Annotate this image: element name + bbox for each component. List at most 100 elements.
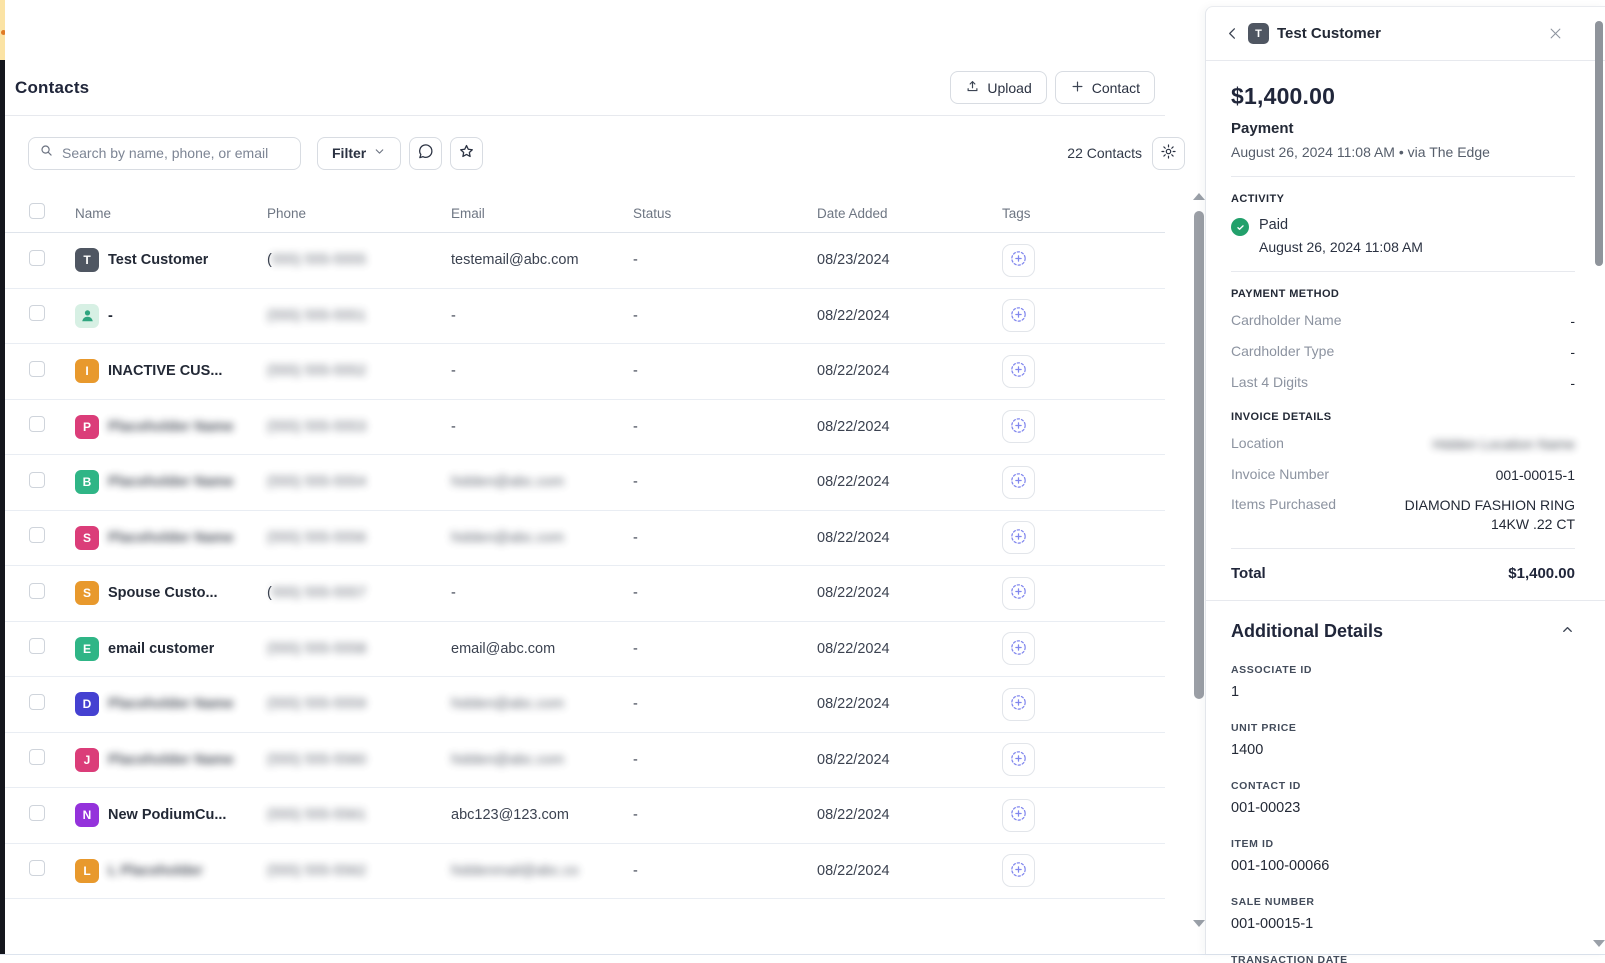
close-button[interactable] bbox=[1543, 22, 1567, 46]
panel-scroll-down-arrow[interactable] bbox=[1593, 940, 1605, 947]
panel-body: $1,400.00 Payment August 26, 2024 11:08 … bbox=[1206, 61, 1605, 963]
row-checkbox[interactable] bbox=[29, 527, 45, 543]
table-row[interactable]: T Test Customer (555) 555-5555 testemail… bbox=[5, 233, 1165, 289]
row-checkbox[interactable] bbox=[29, 250, 45, 266]
contact-avatar: N bbox=[75, 803, 99, 827]
favorites-button[interactable] bbox=[450, 137, 483, 170]
scrollbar-thumb[interactable] bbox=[1194, 211, 1204, 699]
column-header-date-added: Date Added bbox=[817, 206, 1002, 221]
add-tag-button[interactable] bbox=[1002, 521, 1035, 554]
row-checkbox[interactable] bbox=[29, 472, 45, 488]
table-row[interactable]: B Placeholder Name (555) 555-5554 hidden… bbox=[5, 455, 1165, 511]
circle-plus-icon bbox=[1009, 582, 1028, 604]
table-row[interactable]: I INACTIVE CUS... (555) 555-5552 - - 08/… bbox=[5, 344, 1165, 400]
scroll-up-arrow[interactable] bbox=[1193, 193, 1205, 200]
table-row[interactable]: S Spouse Custo... (555) 555-5557 - - 08/… bbox=[5, 566, 1165, 622]
contact-email: hidden@abc.com bbox=[451, 474, 633, 490]
contact-name: Test Customer bbox=[108, 252, 208, 268]
chevron-down-icon bbox=[373, 145, 386, 161]
invoice-row-value: Hidden Location Name bbox=[1433, 435, 1575, 454]
contact-avatar bbox=[75, 304, 99, 328]
upload-label: Upload bbox=[987, 80, 1031, 96]
contact-email: abc123@123.com bbox=[451, 807, 633, 823]
contact-date-added: 08/22/2024 bbox=[817, 363, 1002, 379]
search-icon bbox=[39, 143, 54, 163]
panel-scrollbar[interactable] bbox=[1594, 15, 1604, 950]
column-header-status: Status bbox=[633, 206, 817, 221]
add-contact-label: Contact bbox=[1092, 80, 1140, 96]
contact-avatar: I bbox=[75, 359, 99, 383]
contact-phone: (555) 555-5559 bbox=[267, 696, 451, 712]
filter-label: Filter bbox=[332, 145, 366, 161]
add-tag-button[interactable] bbox=[1002, 743, 1035, 776]
search-input[interactable] bbox=[62, 145, 290, 161]
additional-details-title: Additional Details bbox=[1231, 621, 1383, 642]
add-tag-button[interactable] bbox=[1002, 688, 1035, 721]
scroll-down-arrow[interactable] bbox=[1193, 920, 1205, 927]
row-checkbox[interactable] bbox=[29, 638, 45, 654]
back-button[interactable] bbox=[1218, 20, 1246, 48]
contact-date-added: 08/22/2024 bbox=[817, 863, 1002, 879]
contact-name: Placeholder Name bbox=[108, 419, 234, 435]
additional-field: ASSOCIATE ID1 bbox=[1231, 664, 1575, 700]
messages-button[interactable] bbox=[409, 137, 442, 170]
table-scrollbar[interactable] bbox=[1193, 193, 1205, 928]
payment-method-row: Last 4 Digits- bbox=[1231, 374, 1575, 393]
contact-name: Spouse Custo... bbox=[108, 585, 218, 601]
upload-button[interactable]: Upload bbox=[950, 71, 1046, 104]
circle-plus-icon bbox=[1009, 638, 1028, 660]
select-all-checkbox[interactable] bbox=[29, 203, 45, 219]
add-tag-button[interactable] bbox=[1002, 799, 1035, 832]
row-checkbox[interactable] bbox=[29, 583, 45, 599]
add-tag-button[interactable] bbox=[1002, 466, 1035, 499]
contact-status: - bbox=[633, 696, 817, 712]
table-row[interactable]: S Placeholder Name (555) 555-5556 hidden… bbox=[5, 511, 1165, 567]
contact-status: - bbox=[633, 308, 817, 324]
add-contact-button[interactable]: Contact bbox=[1055, 71, 1155, 104]
table-row[interactable]: D Placeholder Name (555) 555-5559 hidden… bbox=[5, 677, 1165, 733]
contact-name: L Placeholder bbox=[108, 863, 203, 879]
add-tag-button[interactable] bbox=[1002, 299, 1035, 332]
table-row[interactable]: E email customer (555) 555-5558 email@ab… bbox=[5, 622, 1165, 678]
contact-date-added: 08/22/2024 bbox=[817, 807, 1002, 823]
additional-details-header[interactable]: Additional Details bbox=[1231, 621, 1575, 642]
contact-avatar: P bbox=[75, 415, 99, 439]
upload-icon bbox=[965, 79, 980, 97]
chevron-up-icon[interactable] bbox=[1560, 622, 1575, 642]
row-checkbox[interactable] bbox=[29, 361, 45, 377]
page-header: Contacts Upload Cont bbox=[5, 60, 1165, 116]
row-checkbox[interactable] bbox=[29, 416, 45, 432]
add-tag-button[interactable] bbox=[1002, 244, 1035, 277]
table-row[interactable]: N New PodiumCu... (555) 555-5561 abc123@… bbox=[5, 788, 1165, 844]
row-checkbox[interactable] bbox=[29, 305, 45, 321]
additional-field-label: TRANSACTION DATE bbox=[1231, 954, 1575, 963]
add-tag-button[interactable] bbox=[1002, 577, 1035, 610]
row-checkbox[interactable] bbox=[29, 694, 45, 710]
row-checkbox[interactable] bbox=[29, 805, 45, 821]
additional-field-label: ASSOCIATE ID bbox=[1231, 664, 1575, 676]
panel-scrollbar-thumb[interactable] bbox=[1595, 21, 1603, 266]
contact-email: hidden@abc.com bbox=[451, 530, 633, 546]
row-checkbox[interactable] bbox=[29, 860, 45, 876]
contact-name: - bbox=[108, 308, 113, 324]
contact-email: testemail@abc.com bbox=[451, 252, 633, 268]
additional-field-value: 1400 bbox=[1231, 742, 1575, 758]
table-row[interactable]: - (555) 555-5551 - - 08/22/2024 bbox=[5, 289, 1165, 345]
avatar-letter: E bbox=[83, 642, 91, 656]
add-tag-button[interactable] bbox=[1002, 632, 1035, 665]
circle-plus-icon bbox=[1009, 860, 1028, 882]
row-checkbox[interactable] bbox=[29, 749, 45, 765]
contact-email: - bbox=[451, 308, 633, 324]
search-box[interactable] bbox=[28, 137, 301, 170]
filter-button[interactable]: Filter bbox=[317, 137, 401, 170]
add-tag-button[interactable] bbox=[1002, 410, 1035, 443]
table-row[interactable]: P Placeholder Name (555) 555-5553 - - 08… bbox=[5, 400, 1165, 456]
contact-avatar: S bbox=[75, 581, 99, 605]
table-row[interactable]: J Placeholder Name (555) 555-5560 hidden… bbox=[5, 733, 1165, 789]
add-tag-button[interactable] bbox=[1002, 355, 1035, 388]
invoice-row-label: Location bbox=[1231, 435, 1284, 451]
add-tag-button[interactable] bbox=[1002, 854, 1035, 887]
contact-date-added: 08/22/2024 bbox=[817, 530, 1002, 546]
table-row[interactable]: L L Placeholder (555) 555-5562 hiddenmai… bbox=[5, 844, 1165, 900]
table-settings-button[interactable] bbox=[1152, 137, 1185, 170]
